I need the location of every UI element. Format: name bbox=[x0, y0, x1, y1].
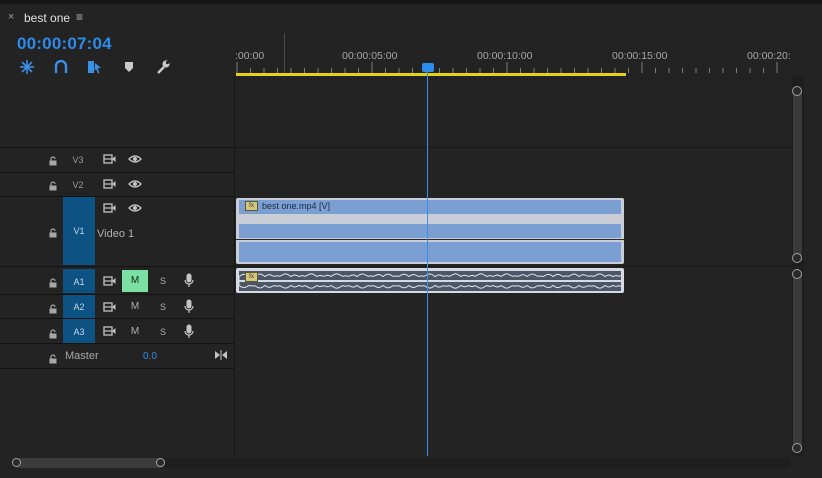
ruler-label: 00:00:10:00 bbox=[477, 50, 533, 62]
sync-lock-icon[interactable] bbox=[102, 326, 116, 336]
sync-lock-icon[interactable] bbox=[102, 179, 116, 189]
video-clip-body bbox=[239, 224, 621, 238]
track-separator bbox=[0, 368, 234, 369]
ruler-label: 00:00:05:00 bbox=[342, 50, 398, 62]
nest-sequence-icon[interactable] bbox=[18, 59, 36, 75]
track-separator bbox=[0, 294, 234, 295]
solo-button-a3[interactable]: S bbox=[158, 327, 168, 337]
track-separator bbox=[0, 196, 234, 197]
fx-badge[interactable]: fx bbox=[245, 272, 258, 282]
track-separator bbox=[0, 266, 234, 267]
add-marker-icon[interactable] bbox=[120, 59, 138, 75]
fx-badge[interactable]: fx bbox=[245, 201, 258, 211]
eye-icon[interactable] bbox=[128, 179, 142, 189]
mute-button-a3[interactable]: M bbox=[122, 326, 148, 337]
zoom-scroll-thumb[interactable] bbox=[14, 458, 165, 468]
solo-button-a1[interactable]: S bbox=[158, 276, 168, 286]
voiceover-mic-icon[interactable] bbox=[184, 324, 194, 344]
track-label-v2[interactable]: V2 bbox=[64, 180, 92, 190]
ruler-label: :00:00 bbox=[235, 50, 265, 62]
lock-track-a1[interactable] bbox=[48, 275, 58, 293]
scroll-handle[interactable] bbox=[792, 269, 802, 279]
eye-icon[interactable] bbox=[128, 203, 142, 213]
zoom-handle-right[interactable] bbox=[156, 458, 165, 467]
master-track-name: Master bbox=[65, 350, 99, 362]
sync-lock-icon[interactable] bbox=[102, 203, 116, 213]
zoom-handle-left[interactable] bbox=[12, 458, 21, 467]
sync-lock-icon[interactable] bbox=[102, 154, 116, 164]
playhead-line[interactable] bbox=[427, 72, 428, 456]
video-clip-divider bbox=[236, 239, 624, 240]
panel-menu-icon[interactable]: ≡ bbox=[76, 10, 83, 24]
track-label-a3[interactable]: A3 bbox=[63, 327, 95, 337]
close-tab-button[interactable]: × bbox=[8, 11, 14, 23]
track-separator bbox=[0, 172, 234, 173]
playhead-timecode[interactable]: 00:00:07:04 bbox=[17, 34, 112, 54]
track-separator bbox=[0, 343, 234, 344]
panel-top-edge bbox=[0, 0, 822, 4]
track-name-v1[interactable]: Video 1 bbox=[97, 228, 134, 240]
go-to-edit-point-icon[interactable] bbox=[215, 347, 227, 365]
video-scroll-thumb[interactable] bbox=[793, 88, 802, 262]
track-label-v3[interactable]: V3 bbox=[64, 155, 92, 165]
sequence-tab-title[interactable]: best one bbox=[24, 11, 70, 25]
snap-icon[interactable] bbox=[52, 59, 70, 75]
video-clip-name: best one.mp4 [V] bbox=[262, 201, 331, 211]
voiceover-mic-icon[interactable] bbox=[184, 273, 194, 293]
track-lane-line bbox=[234, 147, 792, 148]
lock-track-v2[interactable] bbox=[48, 178, 58, 196]
track-label-a2[interactable]: A2 bbox=[63, 302, 95, 312]
mute-button-a1[interactable]: M bbox=[122, 270, 148, 292]
voiceover-mic-icon[interactable] bbox=[184, 299, 194, 319]
lock-track-a3[interactable] bbox=[48, 326, 58, 344]
audio-scroll-thumb[interactable] bbox=[793, 270, 802, 452]
track-separator bbox=[0, 318, 234, 319]
scroll-handle[interactable] bbox=[792, 443, 802, 453]
ruler-label: 00:00:15:00 bbox=[612, 50, 668, 62]
track-separator bbox=[0, 147, 234, 148]
scroll-handle[interactable] bbox=[792, 86, 802, 96]
track-label-a1[interactable]: A1 bbox=[63, 277, 95, 287]
video-clip-body bbox=[239, 242, 621, 262]
lock-track-a2[interactable] bbox=[48, 301, 58, 319]
solo-button-a2[interactable]: S bbox=[158, 302, 168, 312]
linked-selection-icon[interactable] bbox=[86, 59, 104, 75]
sync-lock-icon[interactable] bbox=[102, 302, 116, 312]
mute-button-a2[interactable]: M bbox=[122, 301, 148, 312]
settings-wrench-icon[interactable] bbox=[154, 59, 172, 75]
lock-track-v1[interactable] bbox=[48, 225, 58, 243]
master-volume-value[interactable]: 0.0 bbox=[143, 351, 157, 362]
work-area-bar[interactable] bbox=[236, 73, 626, 76]
track-label-v1[interactable]: V1 bbox=[63, 226, 95, 236]
playhead-handle[interactable] bbox=[422, 63, 434, 72]
scroll-handle[interactable] bbox=[792, 253, 802, 263]
lock-track-master[interactable] bbox=[48, 351, 58, 369]
lock-track-v3[interactable] bbox=[48, 153, 58, 171]
audio-waveform bbox=[239, 271, 621, 291]
track-lane-line bbox=[234, 266, 792, 267]
ruler-label: 00:00:20: bbox=[747, 50, 791, 62]
header-divider bbox=[234, 76, 235, 456]
sync-lock-icon[interactable] bbox=[102, 276, 116, 286]
eye-icon[interactable] bbox=[128, 154, 142, 164]
